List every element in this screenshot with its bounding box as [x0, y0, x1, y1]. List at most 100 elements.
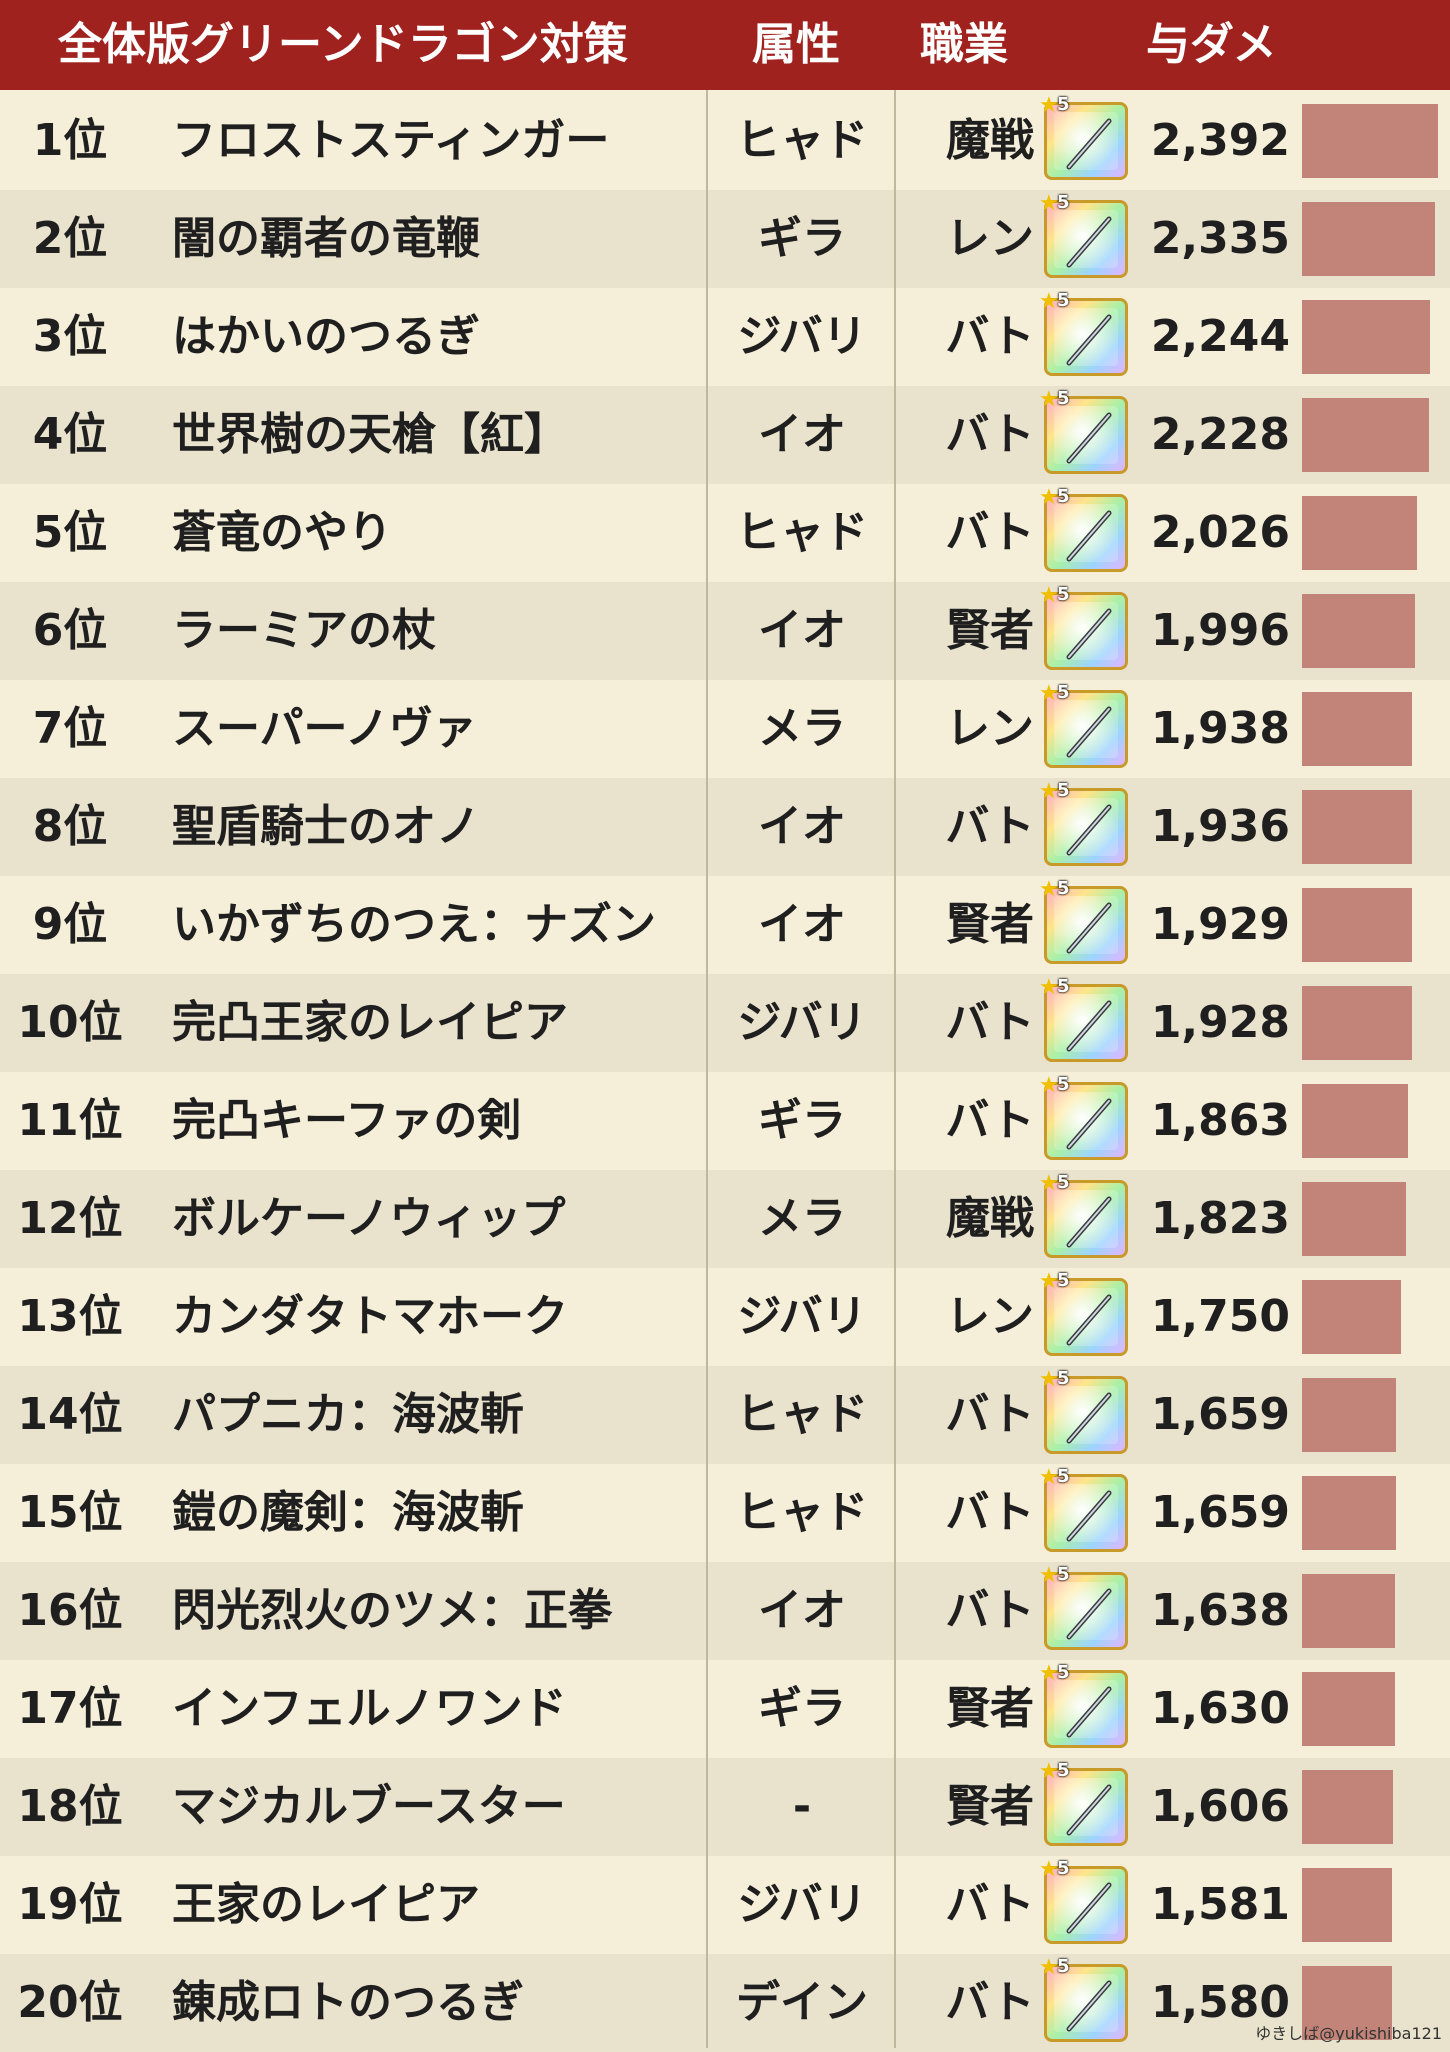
weapon-icon: ★ 5	[1039, 1663, 1128, 1748]
rarity-number: 5	[1057, 1760, 1070, 1781]
rank-label: 4位	[32, 409, 108, 460]
attribute-label: デイン	[736, 1977, 868, 2028]
attribute-label: ギラ	[758, 213, 846, 264]
damage-value: 1,938	[1150, 703, 1290, 754]
rarity-star-icon: ★	[1039, 289, 1059, 314]
rank-label: 6位	[32, 605, 108, 656]
attribute-label: メラ	[758, 703, 846, 754]
rank-label: 2位	[32, 213, 108, 264]
rarity-number: 5	[1057, 290, 1070, 311]
damage-bar	[1302, 1672, 1395, 1746]
rarity-star-icon: ★	[1039, 1661, 1059, 1686]
weapon-icon: ★ 5	[1039, 977, 1128, 1062]
rarity-number: 5	[1057, 1662, 1070, 1683]
rarity-star-icon: ★	[1039, 1759, 1059, 1784]
weapon-name: 聖盾騎士のオノ	[172, 801, 480, 852]
damage-bar	[1302, 300, 1430, 374]
rank-label: 19位	[17, 1879, 123, 1930]
rarity-star-icon: ★	[1039, 191, 1059, 216]
rank-label: 7位	[32, 703, 108, 754]
damage-bar	[1302, 1378, 1396, 1452]
table-row: 19位 王家のレイピア ジバリ バト ★ 5 1,581	[0, 1856, 1450, 1954]
weapon-icon: ★ 5	[1039, 781, 1128, 866]
weapon-icon: ★ 5	[1039, 585, 1128, 670]
damage-value: 2,244	[1150, 311, 1290, 362]
attribute-label: ジバリ	[737, 1291, 867, 1342]
rarity-number: 5	[1057, 388, 1070, 409]
weapon-name: 鎧の魔剣：海波斬	[172, 1487, 524, 1538]
weapon-name: ラーミアの杖	[172, 605, 436, 656]
attribute-label: メラ	[758, 1193, 846, 1244]
rarity-number: 5	[1057, 878, 1070, 899]
damage-bar	[1302, 104, 1438, 178]
rarity-star-icon: ★	[1039, 93, 1059, 118]
weapon-icon: ★ 5	[1039, 95, 1128, 180]
rarity-number: 5	[1057, 1270, 1070, 1291]
damage-value: 1,929	[1150, 899, 1290, 950]
weapon-name: 王家のレイピア	[172, 1879, 480, 1930]
table-row: 8位 聖盾騎士のオノ イオ バト ★ 5 1,936	[0, 778, 1450, 876]
rarity-star-icon: ★	[1039, 583, 1059, 608]
weapon-name: はかいのつるぎ	[172, 311, 480, 362]
table-row: 17位 インフェルノワンド ギラ 賢者 ★ 5 1,630	[0, 1660, 1450, 1758]
attribute-label: ヒャド	[736, 115, 868, 166]
page-title: 全体版グリーンドラゴン対策	[58, 19, 628, 70]
weapon-icon: ★ 5	[1039, 1565, 1128, 1650]
rank-label: 3位	[32, 311, 108, 362]
weapon-name: マジカルブースター	[172, 1781, 566, 1832]
attribute-label: イオ	[758, 1585, 846, 1636]
job-column-header: 職業	[920, 19, 1008, 70]
rarity-number: 5	[1057, 976, 1070, 997]
rarity-star-icon: ★	[1039, 387, 1059, 412]
rarity-star-icon: ★	[1039, 1073, 1059, 1098]
table-row: 14位 パプニカ：海波斬 ヒャド バト ★ 5 1,659	[0, 1366, 1450, 1464]
weapon-name: 完凸キーファの剣	[172, 1095, 522, 1146]
damage-value: 2,228	[1150, 409, 1290, 460]
rarity-number: 5	[1057, 1368, 1070, 1389]
attribute-label: ジバリ	[737, 997, 867, 1048]
damage-bar	[1302, 888, 1412, 962]
damage-value: 1,750	[1150, 1291, 1290, 1342]
weapon-icon: ★ 5	[1039, 1859, 1128, 1944]
damage-value: 1,630	[1150, 1683, 1290, 1734]
damage-bar	[1302, 1476, 1396, 1550]
rank-label: 1位	[32, 115, 108, 166]
rarity-number: 5	[1057, 1564, 1070, 1585]
table-row: 11位 完凸キーファの剣 ギラ バト ★ 5 1,863	[0, 1072, 1450, 1170]
table-row: 20位 錬成ロトのつるぎ デイン バト ★ 5 1,580	[0, 1954, 1450, 2052]
table-row: 12位 ボルケーノウィップ メラ 魔戦 ★ 5 1,823	[0, 1170, 1450, 1268]
rarity-star-icon: ★	[1039, 681, 1059, 706]
ranking-table: 全体版グリーンドラゴン対策 属性 職業 与ダメ 1位 フロストスティンガー ヒャド魔…	[0, 0, 1450, 2052]
weapon-name: パプニカ：海波斬	[172, 1389, 524, 1440]
rank-label: 8位	[32, 801, 108, 852]
table-row: 7位 スーパーノヴァ メラ レン ★ 5 1,938	[0, 680, 1450, 778]
weapon-name: インフェルノワンド	[172, 1683, 567, 1734]
weapon-icon: ★ 5	[1039, 1173, 1128, 1258]
rarity-star-icon: ★	[1039, 1269, 1059, 1294]
rank-label: 15位	[17, 1487, 123, 1538]
damage-bar	[1302, 692, 1412, 766]
rarity-star-icon: ★	[1039, 485, 1059, 510]
credit-text: ゆきしば@yukishiba121	[1255, 2024, 1442, 2043]
table-row: 4位 世界樹の天槍【紅】 イオ バト ★ 5 2,228	[0, 386, 1450, 484]
rarity-number: 5	[1057, 192, 1070, 213]
attribute-label: ジバリ	[737, 311, 867, 362]
table-row: 2位 闇の覇者の竜鞭 ギラ レン ★ 5 2,335	[0, 190, 1450, 288]
rank-label: 13位	[17, 1291, 123, 1342]
table-row: 18位 マジカルブースター - 賢者 ★ 5 1,606	[0, 1758, 1450, 1856]
rarity-star-icon: ★	[1039, 1367, 1059, 1392]
damage-bar	[1302, 1084, 1408, 1158]
weapon-name: フロストスティンガー	[172, 115, 610, 166]
damage-value: 1,606	[1150, 1781, 1290, 1832]
weapon-icon: ★ 5	[1039, 1075, 1128, 1160]
attribute-label: ヒャド	[736, 1389, 868, 1440]
table-row: 16位 閃光烈火のツメ：正拳 イオ バト ★ 5 1,638	[0, 1562, 1450, 1660]
weapon-name: 錬成ロトのつるぎ	[172, 1977, 524, 2028]
damage-column-header: 与ダメ	[1146, 19, 1277, 70]
rank-label: 11位	[17, 1095, 123, 1146]
damage-bar	[1302, 1770, 1393, 1844]
rarity-star-icon: ★	[1039, 1171, 1059, 1196]
rank-label: 14位	[17, 1389, 123, 1440]
damage-bar	[1302, 986, 1412, 1060]
attribute-label: イオ	[758, 801, 846, 852]
